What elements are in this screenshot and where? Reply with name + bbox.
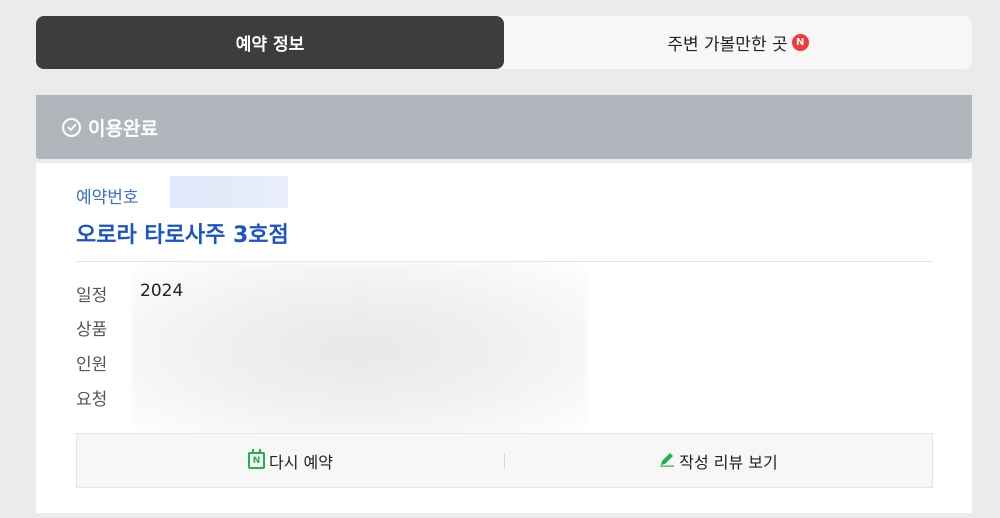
divider [76, 261, 933, 262]
new-badge-icon: N [791, 34, 809, 51]
reservation-number-redacted [170, 176, 288, 208]
redacted-details [132, 263, 587, 435]
rebook-button[interactable]: N 다시 예약 [77, 434, 504, 487]
view-review-button[interactable]: 작성 리뷰 보기 [505, 434, 932, 487]
reservation-card: 예약번호 오로라 타로사주 3호점 일정 2024 상품 인원 요청 N 다시 … [36, 163, 972, 513]
status-banner: 이용완료 [36, 95, 972, 159]
view-review-label: 작성 리뷰 보기 [679, 452, 778, 472]
tab-bar: 예약 정보 주변 가볼만한 곳 N [36, 16, 972, 69]
tab-nearby-places-label: 주변 가볼만한 곳 [667, 35, 788, 55]
naver-calendar-icon: N [248, 449, 266, 469]
product-label: 상품 [76, 320, 108, 340]
check-circle-icon [62, 117, 81, 137]
people-label: 인원 [76, 355, 108, 375]
schedule-label: 일정 [76, 286, 108, 306]
shop-name[interactable]: 오로라 타로사주 3호점 [76, 217, 289, 249]
tab-reservation-info[interactable]: 예약 정보 [36, 16, 504, 69]
tab-nearby-places[interactable]: 주변 가볼만한 곳 N [504, 16, 972, 69]
tab-reservation-info-label: 예약 정보 [235, 35, 305, 55]
action-bar: N 다시 예약 작성 리뷰 보기 [76, 433, 933, 488]
status-label: 이용완료 [88, 117, 158, 140]
rebook-label: 다시 예약 [269, 452, 333, 472]
reservation-number-label: 예약번호 [76, 188, 139, 208]
request-label: 요청 [76, 390, 108, 410]
pencil-icon [659, 451, 675, 471]
schedule-value: 2024 [140, 281, 184, 301]
